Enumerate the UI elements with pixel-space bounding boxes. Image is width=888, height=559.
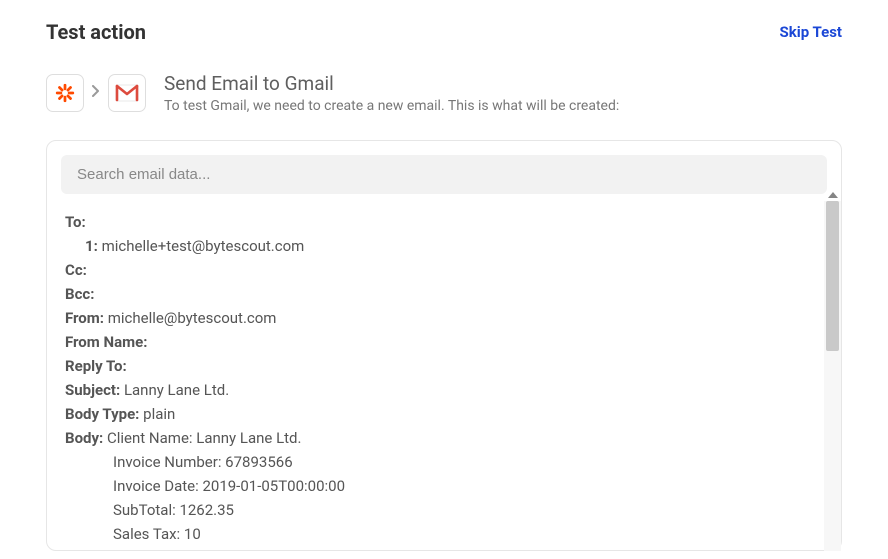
to-value: michelle+test@bytescout.com bbox=[102, 237, 305, 255]
body-line: SubTotal: 1262.35 bbox=[113, 501, 234, 519]
action-header: Send Email to Gmail To test Gmail, we ne… bbox=[46, 72, 842, 114]
reply-to-label: Reply To: bbox=[65, 357, 127, 375]
scrollbar-thumb[interactable] bbox=[826, 201, 839, 351]
search-input[interactable] bbox=[61, 155, 827, 194]
zapier-icon bbox=[46, 74, 84, 112]
body-first-line: Client Name: Lanny Lane Ltd. bbox=[107, 429, 301, 447]
bcc-label: Bcc: bbox=[65, 285, 94, 303]
gmail-icon bbox=[108, 74, 146, 112]
body-type-value: plain bbox=[143, 405, 175, 423]
page-title: Test action bbox=[46, 20, 146, 44]
skip-test-button[interactable]: Skip Test bbox=[780, 23, 843, 41]
chevron-right-icon bbox=[92, 85, 100, 101]
action-title: Send Email to Gmail bbox=[164, 72, 619, 96]
body-type-label: Body Type: bbox=[65, 405, 139, 423]
scrollbar[interactable] bbox=[824, 201, 841, 551]
from-value: michelle@bytescout.com bbox=[108, 309, 277, 327]
from-name-label: From Name: bbox=[65, 333, 147, 351]
action-subtitle: To test Gmail, we need to create a new e… bbox=[164, 98, 619, 114]
body-line: Sales Tax: 10 bbox=[113, 525, 201, 543]
subject-value: Lanny Lane Ltd. bbox=[124, 381, 229, 399]
to-index: 1: bbox=[85, 237, 98, 255]
body-line: Invoice Number: 67893566 bbox=[113, 453, 293, 471]
scroll-up-icon[interactable] bbox=[828, 192, 838, 198]
email-data-area: To: 1: michelle+test@bytescout.com Cc: B… bbox=[61, 210, 827, 550]
to-label: To: bbox=[65, 213, 86, 231]
subject-label: Subject: bbox=[65, 381, 120, 399]
body-line: Invoice Date: 2019-01-05T00:00:00 bbox=[113, 477, 345, 495]
body-line: Total: 1272.35 bbox=[113, 549, 208, 550]
preview-panel: To: 1: michelle+test@bytescout.com Cc: B… bbox=[46, 140, 842, 551]
cc-label: Cc: bbox=[65, 261, 87, 279]
from-label: From: bbox=[65, 309, 104, 327]
body-label: Body: bbox=[65, 429, 103, 447]
